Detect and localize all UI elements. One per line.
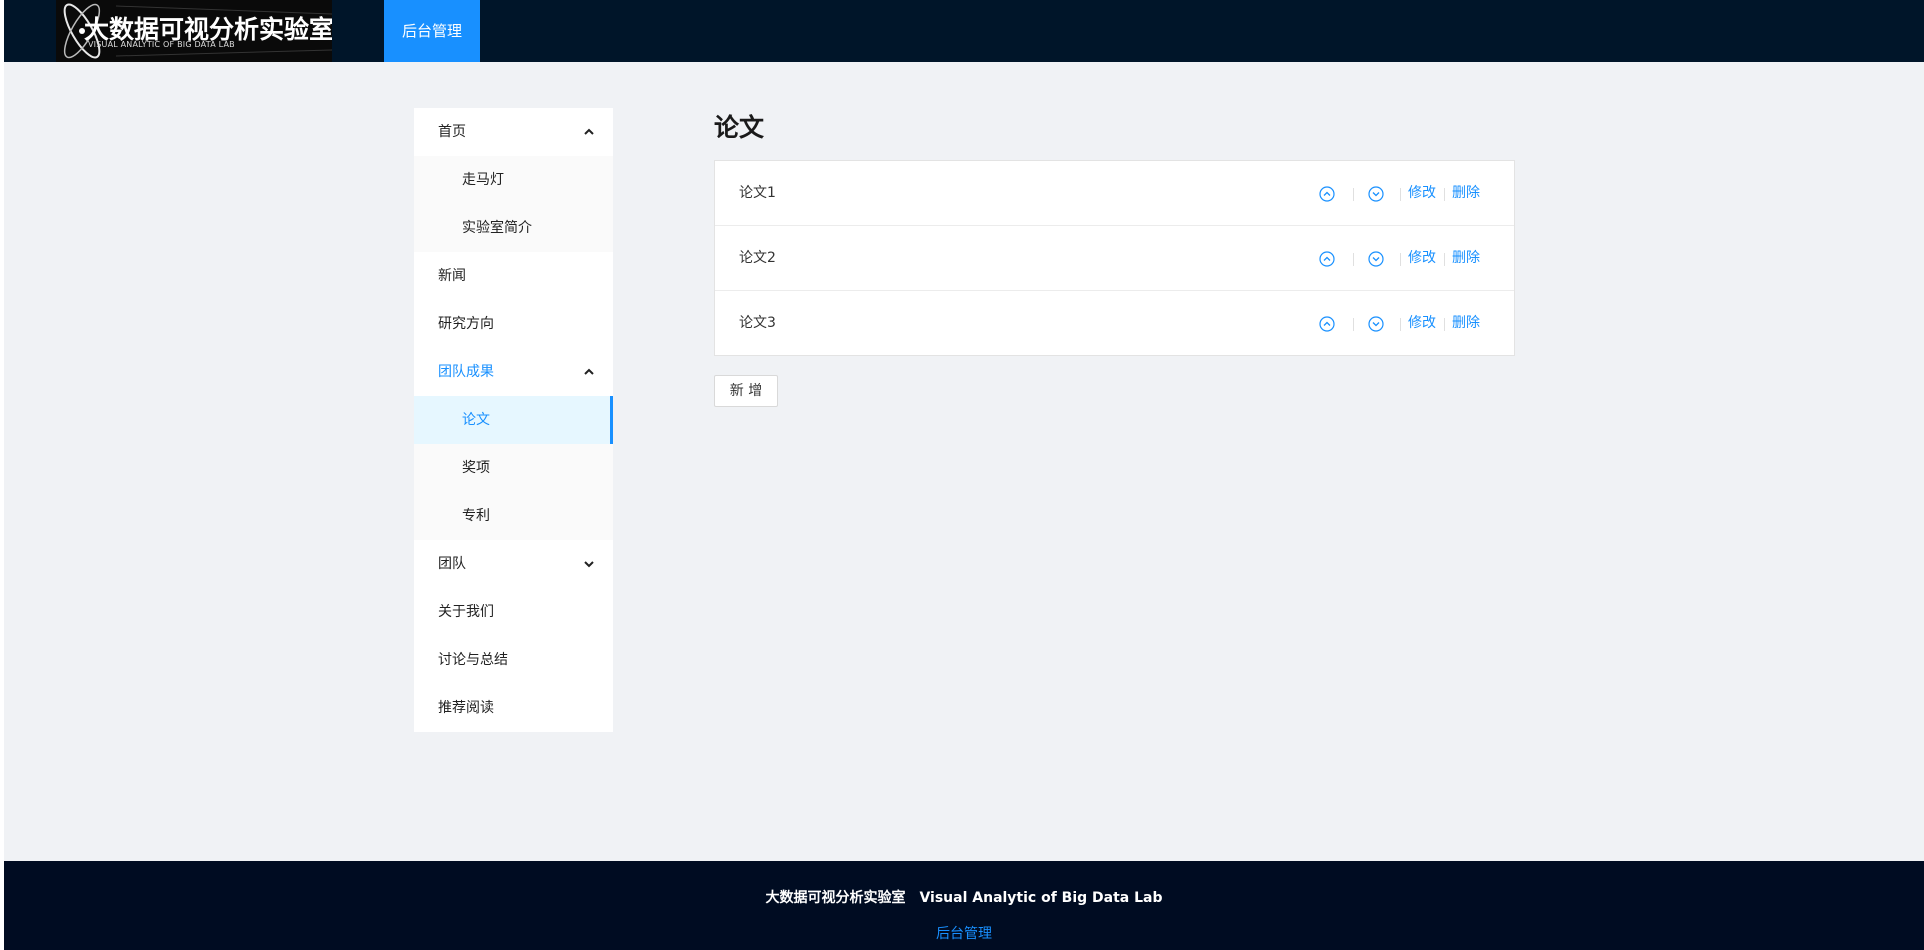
sidebar-item-label: 论文 bbox=[462, 412, 490, 428]
move-down-icon[interactable] bbox=[1368, 186, 1384, 202]
sidebar-item-about[interactable]: 关于我们 bbox=[414, 588, 613, 636]
sidebar-item-achievements[interactable]: 团队成果 bbox=[414, 348, 613, 396]
divider bbox=[1400, 188, 1401, 201]
sidebar-item-label: 新闻 bbox=[438, 268, 466, 284]
sidebar-item-label: 团队 bbox=[438, 556, 466, 572]
sidebar-item-label: 研究方向 bbox=[438, 316, 494, 332]
list-item: 论文3 修改 删除 bbox=[715, 291, 1514, 356]
edit-link[interactable]: 修改 bbox=[1408, 226, 1436, 291]
chevron-up-icon bbox=[584, 128, 594, 135]
footer-title-cn: 大数据可视分析实验室 bbox=[765, 890, 906, 906]
sidebar-item-label: 讨论与总结 bbox=[438, 652, 508, 668]
lab-logo[interactable]: 大数据可视分析实验室 VISUAL ANALYTIC OF BIG DATA L… bbox=[56, 0, 332, 62]
delete-link[interactable]: 删除 bbox=[1452, 161, 1480, 226]
divider bbox=[1400, 318, 1401, 331]
footer-title: 大数据可视分析实验室 Visual Analytic of Big Data La… bbox=[4, 887, 1924, 907]
list-item: 论文1 修改 删除 bbox=[715, 161, 1514, 226]
list-item: 论文2 修改 删除 bbox=[715, 226, 1514, 291]
divider bbox=[1444, 318, 1445, 331]
sidebar-item-label: 专利 bbox=[462, 508, 490, 524]
divider bbox=[1353, 318, 1354, 331]
sidebar-item-label: 走马灯 bbox=[462, 172, 504, 188]
sidebar-menu: 首页 走马灯 实验室简介 新闻 研究方向 团队成果 论文 奖项 专利 团队 关于… bbox=[414, 108, 613, 732]
footer-admin-link[interactable]: 后台管理 bbox=[4, 923, 1924, 943]
paper-title: 论文2 bbox=[739, 250, 776, 266]
top-header: 大数据可视分析实验室 VISUAL ANALYTIC OF BIG DATA L… bbox=[4, 0, 1924, 62]
footer: 大数据可视分析实验室 Visual Analytic of Big Data La… bbox=[4, 861, 1924, 950]
add-button[interactable]: 新 增 bbox=[714, 375, 778, 407]
chevron-down-icon bbox=[584, 561, 594, 568]
window-edge bbox=[0, 0, 4, 950]
edit-link[interactable]: 修改 bbox=[1408, 161, 1436, 226]
sidebar-item-awards[interactable]: 奖项 bbox=[414, 444, 613, 492]
delete-link[interactable]: 删除 bbox=[1452, 291, 1480, 356]
sidebar-item-label: 推荐阅读 bbox=[438, 700, 494, 716]
paper-title: 论文1 bbox=[739, 185, 776, 201]
sidebar-item-label: 团队成果 bbox=[438, 364, 494, 380]
page-title: 论文 bbox=[714, 113, 765, 142]
move-down-icon[interactable] bbox=[1368, 251, 1384, 267]
paper-title: 论文3 bbox=[739, 315, 776, 331]
sidebar-item-label: 关于我们 bbox=[438, 604, 494, 620]
nav-admin[interactable]: 后台管理 bbox=[384, 0, 480, 62]
sidebar-item-label: 实验室简介 bbox=[462, 220, 532, 236]
move-up-icon[interactable] bbox=[1319, 316, 1335, 332]
sidebar-item-label: 首页 bbox=[438, 124, 466, 140]
delete-link[interactable]: 删除 bbox=[1452, 226, 1480, 291]
move-up-icon[interactable] bbox=[1319, 251, 1335, 267]
divider bbox=[1353, 188, 1354, 201]
sidebar-item-lab-intro[interactable]: 实验室简介 bbox=[414, 204, 613, 252]
divider bbox=[1444, 253, 1445, 266]
sidebar-item-home[interactable]: 首页 bbox=[414, 108, 613, 156]
sidebar-item-discussion[interactable]: 讨论与总结 bbox=[414, 636, 613, 684]
sidebar-item-papers[interactable]: 论文 bbox=[414, 396, 613, 444]
sidebar-item-reading[interactable]: 推荐阅读 bbox=[414, 684, 613, 732]
logo-subtitle: VISUAL ANALYTIC OF BIG DATA LAB bbox=[88, 40, 235, 49]
move-up-icon[interactable] bbox=[1319, 186, 1335, 202]
divider bbox=[1444, 188, 1445, 201]
divider bbox=[1353, 253, 1354, 266]
sidebar-item-label: 奖项 bbox=[462, 460, 490, 476]
paper-list: 论文1 修改 删除 论文2 修改 删除 论文3 修改 删除 bbox=[714, 160, 1515, 356]
sidebar-item-news[interactable]: 新闻 bbox=[414, 252, 613, 300]
sidebar-item-carousel[interactable]: 走马灯 bbox=[414, 156, 613, 204]
divider bbox=[1400, 253, 1401, 266]
sidebar-item-team[interactable]: 团队 bbox=[414, 540, 613, 588]
sidebar-item-research[interactable]: 研究方向 bbox=[414, 300, 613, 348]
sidebar-item-patents[interactable]: 专利 bbox=[414, 492, 613, 540]
chevron-up-icon bbox=[584, 368, 594, 375]
move-down-icon[interactable] bbox=[1368, 316, 1384, 332]
edit-link[interactable]: 修改 bbox=[1408, 291, 1436, 356]
footer-title-en: Visual Analytic of Big Data Lab bbox=[919, 890, 1163, 906]
